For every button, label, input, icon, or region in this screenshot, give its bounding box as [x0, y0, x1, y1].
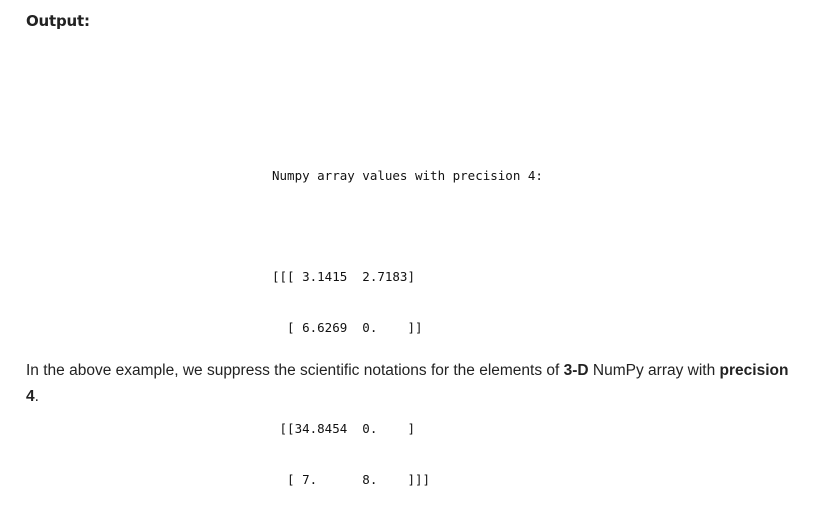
output-line: [[34.8454 0. ]: [272, 421, 415, 436]
output-heading: Output:: [26, 12, 90, 30]
explanation-paragraph: In the above example, we suppress the sc…: [26, 358, 796, 410]
output-line: [ 6.6269 0. ]]: [272, 320, 423, 335]
caption-text: NumPy array with: [588, 362, 720, 379]
caption-text: .: [34, 388, 39, 405]
output-line: [[[ 3.1415 2.7183]: [272, 269, 415, 284]
output-line-blank: [272, 218, 543, 234]
output-line: Numpy array values with precision 4:: [272, 168, 543, 183]
output-line: [ 7. 8. ]]]: [272, 472, 431, 487]
caption-bold-3d: 3-D: [563, 362, 589, 379]
code-output-block: Numpy array values with precision 4: [[[…: [272, 133, 543, 505]
caption-text: In the above example, we suppress the sc…: [26, 362, 564, 379]
